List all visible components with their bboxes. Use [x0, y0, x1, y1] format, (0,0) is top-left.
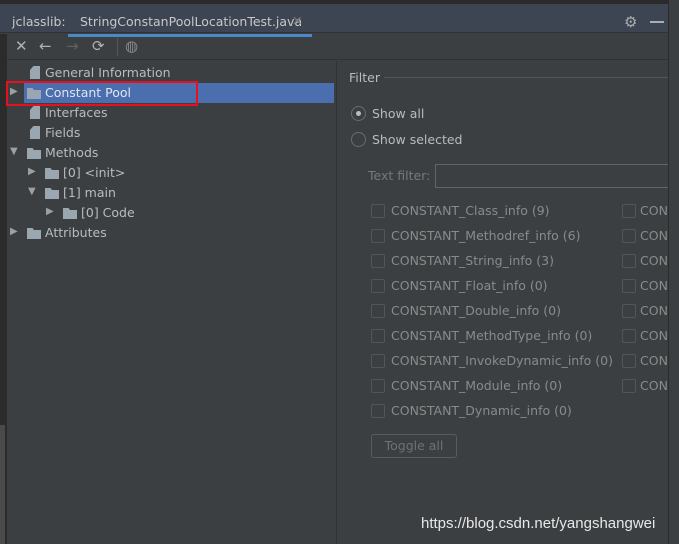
constant-type-label: CONS [640, 353, 668, 368]
tree-item-label: [0] <init> [63, 165, 126, 180]
constant-type-label: CONS [640, 303, 668, 318]
highlight-box [6, 81, 198, 106]
constant-type-checkbox[interactable] [371, 254, 385, 268]
constant-type-checkbox[interactable] [371, 204, 385, 218]
constant-type-label: CONS [640, 203, 668, 218]
tree-item[interactable]: ▼ Methods [6, 143, 336, 163]
constant-type-label: CONS [640, 278, 668, 293]
chevron-right-icon[interactable]: ▶ [46, 206, 54, 217]
tab-label: StringConstanPoolLocationTest.java [80, 14, 303, 29]
tree-item-label: Methods [45, 145, 99, 160]
constant-type-checkbox[interactable] [371, 329, 385, 343]
constant-type-label: CONSTANT_Dynamic_info (0) [391, 403, 572, 418]
tree-item[interactable]: ▶ [0] <init> [6, 163, 336, 183]
chevron-right-icon[interactable]: ▶ [10, 226, 18, 237]
right-tool-strip [668, 0, 679, 544]
filter-title: Filter [349, 70, 380, 85]
toolbar-separator [117, 38, 118, 56]
constant-type-checkbox[interactable] [622, 329, 636, 343]
back-icon[interactable]: ← [39, 37, 52, 55]
constant-type-checkbox[interactable] [371, 404, 385, 418]
show-selected-radio[interactable] [351, 132, 366, 147]
constant-type-label: CONSTANT_InvokeDynamic_info (0) [391, 353, 613, 368]
close-icon[interactable]: ✕ [15, 37, 28, 55]
constant-type-checkbox[interactable] [622, 204, 636, 218]
chevron-down-icon[interactable]: ▼ [28, 186, 36, 197]
constant-type-checkbox[interactable] [622, 254, 636, 268]
tree-item[interactable]: ▼ [1] main [6, 183, 336, 203]
constant-type-label: CONSTANT_Methodref_info (6) [391, 228, 581, 243]
constant-type-checkbox[interactable] [371, 379, 385, 393]
folder-icon [27, 148, 41, 159]
constant-type-checkbox[interactable] [622, 354, 636, 368]
constant-type-checkbox[interactable] [371, 229, 385, 243]
forward-icon[interactable]: → [66, 37, 79, 55]
folder-icon [63, 208, 77, 219]
toggle-all-button[interactable]: Toggle all [371, 434, 457, 458]
chevron-down-icon[interactable]: ▼ [10, 146, 18, 157]
constant-type-label: CONS [640, 378, 668, 393]
splitter[interactable] [336, 61, 337, 544]
constant-type-checkbox[interactable] [371, 304, 385, 318]
class-tree: General Information ▶ Constant Pool Interfa… [6, 61, 336, 544]
gear-icon[interactable]: ⚙ [624, 13, 637, 31]
constant-type-label: CONS [640, 328, 668, 343]
editor-scrollbar [0, 425, 5, 544]
constant-type-label: CONSTANT_Float_info (0) [391, 278, 548, 293]
folder-icon [27, 228, 41, 239]
constant-type-label: CONSTANT_Double_info (0) [391, 303, 561, 318]
tree-item[interactable]: Fields [6, 123, 336, 143]
constant-type-checkbox[interactable] [622, 379, 636, 393]
constant-type-label: CONS [640, 253, 668, 268]
constant-type-label: CONSTANT_MethodType_info (0) [391, 328, 593, 343]
text-filter-input[interactable] [435, 164, 675, 188]
filter-divider [384, 77, 668, 78]
refresh-icon[interactable]: ⟳ [92, 37, 105, 55]
tree-item-label: Fields [45, 125, 81, 140]
folder-icon [45, 168, 59, 179]
constant-type-label: CONS [640, 228, 668, 243]
file-icon [30, 106, 40, 119]
toolbar: ✕ ← → ⟳ ◍ [6, 34, 668, 60]
tab-file[interactable]: StringConstanPoolLocationTest.java ✕ [68, 8, 312, 37]
tree-item[interactable]: ▶ Attributes [6, 223, 336, 243]
tree-item-label: [0] Code [81, 205, 135, 220]
text-filter-label: Text filter: [368, 168, 431, 183]
tree-item[interactable]: Interfaces [6, 103, 336, 123]
chevron-right-icon[interactable]: ▶ [28, 166, 36, 177]
tree-item-label: [1] main [63, 185, 116, 200]
constant-type-label: CONSTANT_Class_info (9) [391, 203, 550, 218]
constant-type-checkbox[interactable] [371, 354, 385, 368]
tree-item-label: General Information [45, 65, 171, 80]
web-icon[interactable]: ◍ [125, 37, 138, 55]
show-all-radio[interactable] [351, 106, 366, 121]
constant-type-label: CONSTANT_Module_info (0) [391, 378, 563, 393]
minimize-icon[interactable] [650, 21, 664, 23]
tree-item[interactable]: General Information [6, 63, 336, 83]
tree-item-label: Attributes [45, 225, 107, 240]
tree-item[interactable]: ▶ [0] Code [6, 203, 336, 223]
constant-type-checkbox[interactable] [622, 279, 636, 293]
tool-window-title: jclasslib: [12, 14, 66, 29]
show-selected-label: Show selected [372, 132, 463, 147]
constant-type-checkbox[interactable] [371, 279, 385, 293]
constant-type-checkbox[interactable] [622, 229, 636, 243]
file-icon [30, 66, 40, 79]
file-icon [30, 126, 40, 139]
close-tab-icon[interactable]: ✕ [292, 13, 302, 28]
folder-icon [45, 188, 59, 199]
show-all-label: Show all [372, 106, 425, 121]
constant-type-label: CONSTANT_String_info (3) [391, 253, 554, 268]
tab-bar: jclasslib: StringConstanPoolLocationTest… [0, 4, 668, 37]
constant-type-checkbox[interactable] [622, 304, 636, 318]
tree-item-label: Interfaces [45, 105, 108, 120]
watermark: https://blog.csdn.net/yangshangwei [421, 515, 656, 532]
